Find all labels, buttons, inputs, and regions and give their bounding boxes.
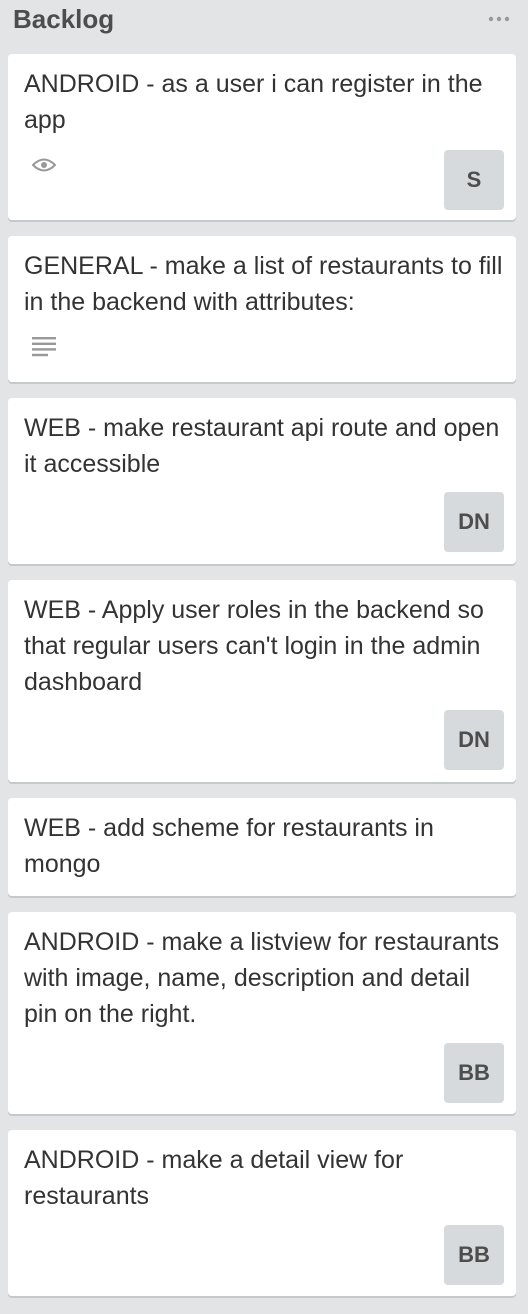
card-title: WEB - make restaurant api route and open… [24,414,500,478]
card-web-restaurant-api[interactable]: WEB - make restaurant api route and open… [8,398,516,564]
member-avatar[interactable]: S [444,150,504,210]
card-web-mongo-scheme[interactable]: WEB - add scheme for restaurants in mong… [8,798,516,896]
member-avatar[interactable]: DN [444,710,504,770]
card-title: WEB - add scheme for restaurants in mong… [24,814,434,878]
list-header: Backlog [0,0,528,44]
card-title: GENERAL - make a list of restaurants to … [24,252,503,316]
more-horizontal-icon[interactable] [488,16,510,22]
eye-icon [32,158,56,172]
member-avatar[interactable]: BB [444,1043,504,1103]
member-avatar[interactable]: DN [444,492,504,552]
member-avatar[interactable]: BB [444,1225,504,1285]
card-general-restaurants-list[interactable]: GENERAL - make a list of restaurants to … [8,236,516,382]
card-web-user-roles[interactable]: WEB - Apply user roles in the backend so… [8,580,516,782]
card-title: WEB - Apply user roles in the backend so… [24,596,484,696]
card-android-register[interactable]: ANDROID - as a user i can register in th… [8,54,516,220]
card-title: ANDROID - make a listview for restaurant… [24,928,500,1028]
card-title: ANDROID - make a detail view for restaur… [24,1146,404,1210]
list-title[interactable]: Backlog [13,4,114,35]
description-icon [32,337,56,357]
card-title: ANDROID - as a user i can register in th… [24,70,483,134]
backlog-list: Backlog ANDROID - as a user i can regist… [0,0,528,1314]
card-android-detail-view[interactable]: ANDROID - make a detail view for restaur… [8,1130,516,1296]
card-android-listview[interactable]: ANDROID - make a listview for restaurant… [8,912,516,1114]
